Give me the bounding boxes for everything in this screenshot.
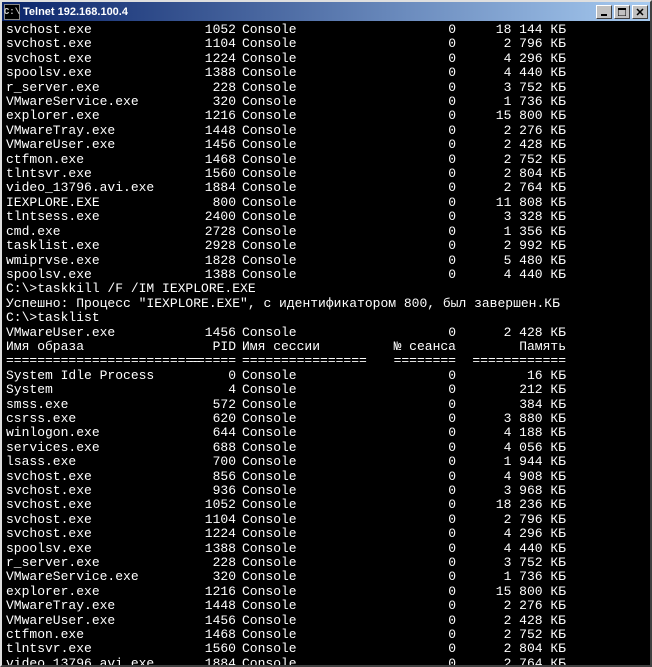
window-title: Telnet 192.168.100.4: [23, 6, 596, 18]
telnet-window: C:\ Telnet 192.168.100.4 svchost.exe1052…: [0, 0, 652, 667]
process-row: lsass.exe700Console01 944 КБ: [6, 455, 646, 469]
process-row: svchost.exe936Console03 968 КБ: [6, 484, 646, 498]
process-row: smss.exe572Console0384 КБ: [6, 398, 646, 412]
process-row: VMwareUser.exe1456Console02 428 КБ: [6, 326, 646, 340]
process-row: VMwareService.exe320Console01 736 КБ: [6, 95, 646, 109]
process-row: explorer.exe1216Console015 800 КБ: [6, 109, 646, 123]
process-row: VMwareTray.exe1448Console02 276 КБ: [6, 599, 646, 613]
process-row: svchost.exe1224Console04 296 КБ: [6, 527, 646, 541]
process-row: wmiprvse.exe1828Console05 480 КБ: [6, 254, 646, 268]
process-row: tasklist.exe2928Console02 992 КБ: [6, 239, 646, 253]
process-row: System Idle Process0Console016 КБ: [6, 369, 646, 383]
process-row: IEXPLORE.EXE800Console011 808 КБ: [6, 196, 646, 210]
process-row: VMwareService.exe320Console01 736 КБ: [6, 570, 646, 584]
process-row: svchost.exe1052Console018 144 КБ: [6, 23, 646, 37]
command-taskkill-iexplore: C:\>taskkill /F /IM IEXPLORE.EXE: [6, 282, 646, 296]
process-row: winlogon.exe644Console04 188 КБ: [6, 426, 646, 440]
command-tasklist: C:\>tasklist: [6, 311, 646, 325]
process-row: r_server.exe228Console03 752 КБ: [6, 81, 646, 95]
process-row: tlntsess.exe2400Console03 328 КБ: [6, 210, 646, 224]
process-row: cmd.exe2728Console01 356 КБ: [6, 225, 646, 239]
process-row: tlntsvr.exe1560Console02 804 КБ: [6, 642, 646, 656]
process-row: spoolsv.exe1388Console04 440 КБ: [6, 66, 646, 80]
process-row: video_13796.avi.exe1884Console02 764 КБ: [6, 657, 646, 665]
process-row: svchost.exe856Console04 908 КБ: [6, 470, 646, 484]
process-row: svchost.exe1104Console02 796 КБ: [6, 37, 646, 51]
process-row: tlntsvr.exe1560Console02 804 КБ: [6, 167, 646, 181]
process-row: spoolsv.exe1388Console04 440 КБ: [6, 542, 646, 556]
process-row: VMwareUser.exe1456Console02 428 КБ: [6, 138, 646, 152]
cmd-icon: C:\: [4, 4, 20, 20]
process-row: r_server.exe228Console03 752 КБ: [6, 556, 646, 570]
process-row: svchost.exe1052Console018 236 КБ: [6, 498, 646, 512]
process-row: VMwareUser.exe1456Console02 428 КБ: [6, 614, 646, 628]
process-row: csrss.exe620Console03 880 КБ: [6, 412, 646, 426]
process-row: svchost.exe1104Console02 796 КБ: [6, 513, 646, 527]
process-row: VMwareTray.exe1448Console02 276 КБ: [6, 124, 646, 138]
process-row: System4Console0212 КБ: [6, 383, 646, 397]
process-row: ctfmon.exe1468Console02 752 КБ: [6, 153, 646, 167]
maximize-button[interactable]: [614, 5, 630, 19]
tasklist-header: Имя образаPIDИмя сессии№ сеансаПамять: [6, 340, 646, 354]
process-row: services.exe688Console04 056 КБ: [6, 441, 646, 455]
process-row: video_13796.avi.exe1884Console02 764 КБ: [6, 181, 646, 195]
process-row: ctfmon.exe1468Console02 752 КБ: [6, 628, 646, 642]
process-row: svchost.exe1224Console04 296 КБ: [6, 52, 646, 66]
tasklist-separator: ========================================…: [6, 354, 646, 368]
terminal-output[interactable]: svchost.exe1052Console018 144 КБsvchost.…: [2, 21, 650, 665]
process-row: explorer.exe1216Console015 800 КБ: [6, 585, 646, 599]
close-button[interactable]: [632, 5, 648, 19]
titlebar[interactable]: C:\ Telnet 192.168.100.4: [2, 2, 650, 21]
output-taskkill-iexplore: Успешно: Процесс "IEXPLORE.EXE", с идент…: [6, 297, 646, 311]
minimize-button[interactable]: [596, 5, 612, 19]
process-row: spoolsv.exe1388Console04 440 КБ: [6, 268, 646, 282]
